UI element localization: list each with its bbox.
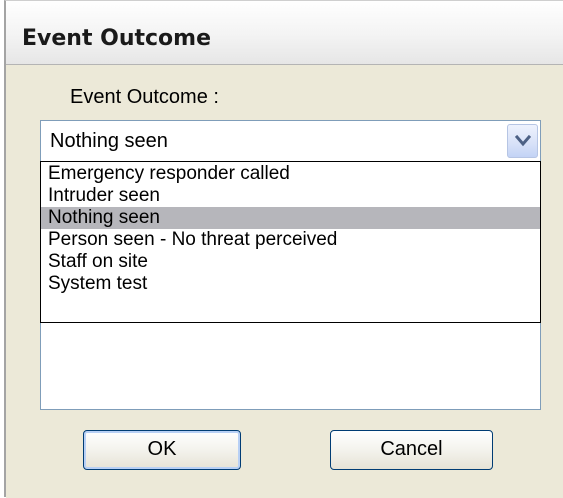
option-staff-on-site[interactable]: Staff on site xyxy=(41,251,540,273)
chevron-down-icon xyxy=(515,135,531,147)
option-nothing-seen[interactable]: Nothing seen xyxy=(41,207,540,229)
option-system-test[interactable]: System test xyxy=(41,273,540,295)
empty-list-area xyxy=(40,323,541,410)
option-intruder-seen[interactable]: Intruder seen xyxy=(41,185,540,207)
event-outcome-label: Event Outcome : xyxy=(70,86,219,108)
event-outcome-selected-value: Nothing seen xyxy=(50,130,168,152)
event-outcome-options-list: Emergency responder called Intruder seen… xyxy=(40,161,541,323)
cancel-button[interactable]: Cancel xyxy=(330,430,493,470)
ok-button[interactable]: OK xyxy=(83,430,241,470)
event-outcome-select[interactable]: Nothing seen xyxy=(40,120,541,162)
dialog-title: Event Outcome xyxy=(22,26,212,51)
event-outcome-dialog: Event Outcome Event Outcome : Nothing se… xyxy=(4,0,563,498)
dropdown-button[interactable] xyxy=(507,124,538,158)
dialog-title-bar[interactable]: Event Outcome xyxy=(6,1,563,65)
option-emergency-responder-called[interactable]: Emergency responder called xyxy=(41,163,540,185)
dialog-content: Event Outcome : Nothing seen Emergency r… xyxy=(6,65,563,498)
option-person-seen-no-threat[interactable]: Person seen - No threat perceived xyxy=(41,229,540,251)
